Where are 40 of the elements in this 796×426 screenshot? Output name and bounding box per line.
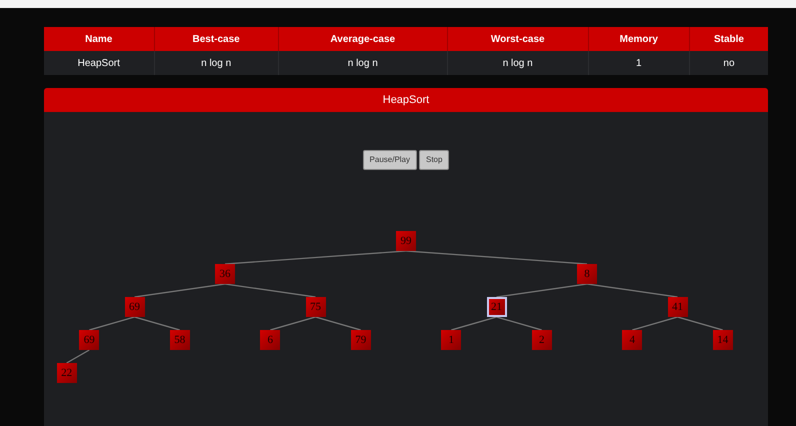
tree-edge bbox=[451, 316, 497, 331]
column-header: Worst-case bbox=[447, 27, 588, 51]
tree-node: 1 bbox=[441, 330, 462, 350]
tree-node: 22 bbox=[56, 363, 77, 383]
control-button[interactable]: Pause/Play bbox=[362, 150, 417, 170]
tree-edge bbox=[315, 316, 361, 331]
tree-node: 69 bbox=[79, 330, 100, 350]
column-header: Memory bbox=[588, 27, 690, 51]
tree-edge bbox=[677, 316, 723, 331]
tree-node: 75 bbox=[306, 297, 326, 317]
tree-node: 8 bbox=[577, 264, 597, 284]
table-cell: HeapSort bbox=[44, 51, 154, 75]
tree-edge bbox=[270, 316, 316, 331]
table-cell: no bbox=[689, 51, 768, 75]
tree-edge bbox=[134, 316, 180, 331]
tree-node: 99 bbox=[396, 231, 416, 251]
tree-node: 6 bbox=[260, 330, 280, 350]
column-header: Stable bbox=[689, 27, 768, 51]
tree-node: 21 bbox=[486, 297, 506, 317]
tree-edge bbox=[66, 349, 90, 364]
tree-node: 69 bbox=[124, 297, 144, 317]
tree-node: 79 bbox=[350, 330, 371, 350]
table-cell: n log n bbox=[154, 51, 278, 75]
panel-title: HeapSort bbox=[382, 92, 430, 108]
column-header: Average-case bbox=[278, 27, 448, 51]
tree-node: 36 bbox=[215, 264, 235, 284]
tree-edge bbox=[632, 316, 678, 331]
control-button[interactable]: Stop bbox=[419, 150, 450, 170]
table-cell: 1 bbox=[588, 51, 690, 75]
tree-node: 2 bbox=[532, 330, 552, 350]
tree-node: 58 bbox=[170, 330, 190, 350]
column-header: Name bbox=[44, 27, 154, 51]
tree-node: 4 bbox=[622, 330, 642, 350]
tree-node: 41 bbox=[668, 297, 688, 317]
tree-node: 14 bbox=[712, 330, 733, 350]
table-cell: n log n bbox=[447, 51, 588, 75]
tree-edge bbox=[496, 316, 542, 331]
table-cell: n log n bbox=[278, 51, 448, 75]
tree-edge bbox=[89, 316, 135, 331]
column-header: Best-case bbox=[154, 27, 278, 51]
